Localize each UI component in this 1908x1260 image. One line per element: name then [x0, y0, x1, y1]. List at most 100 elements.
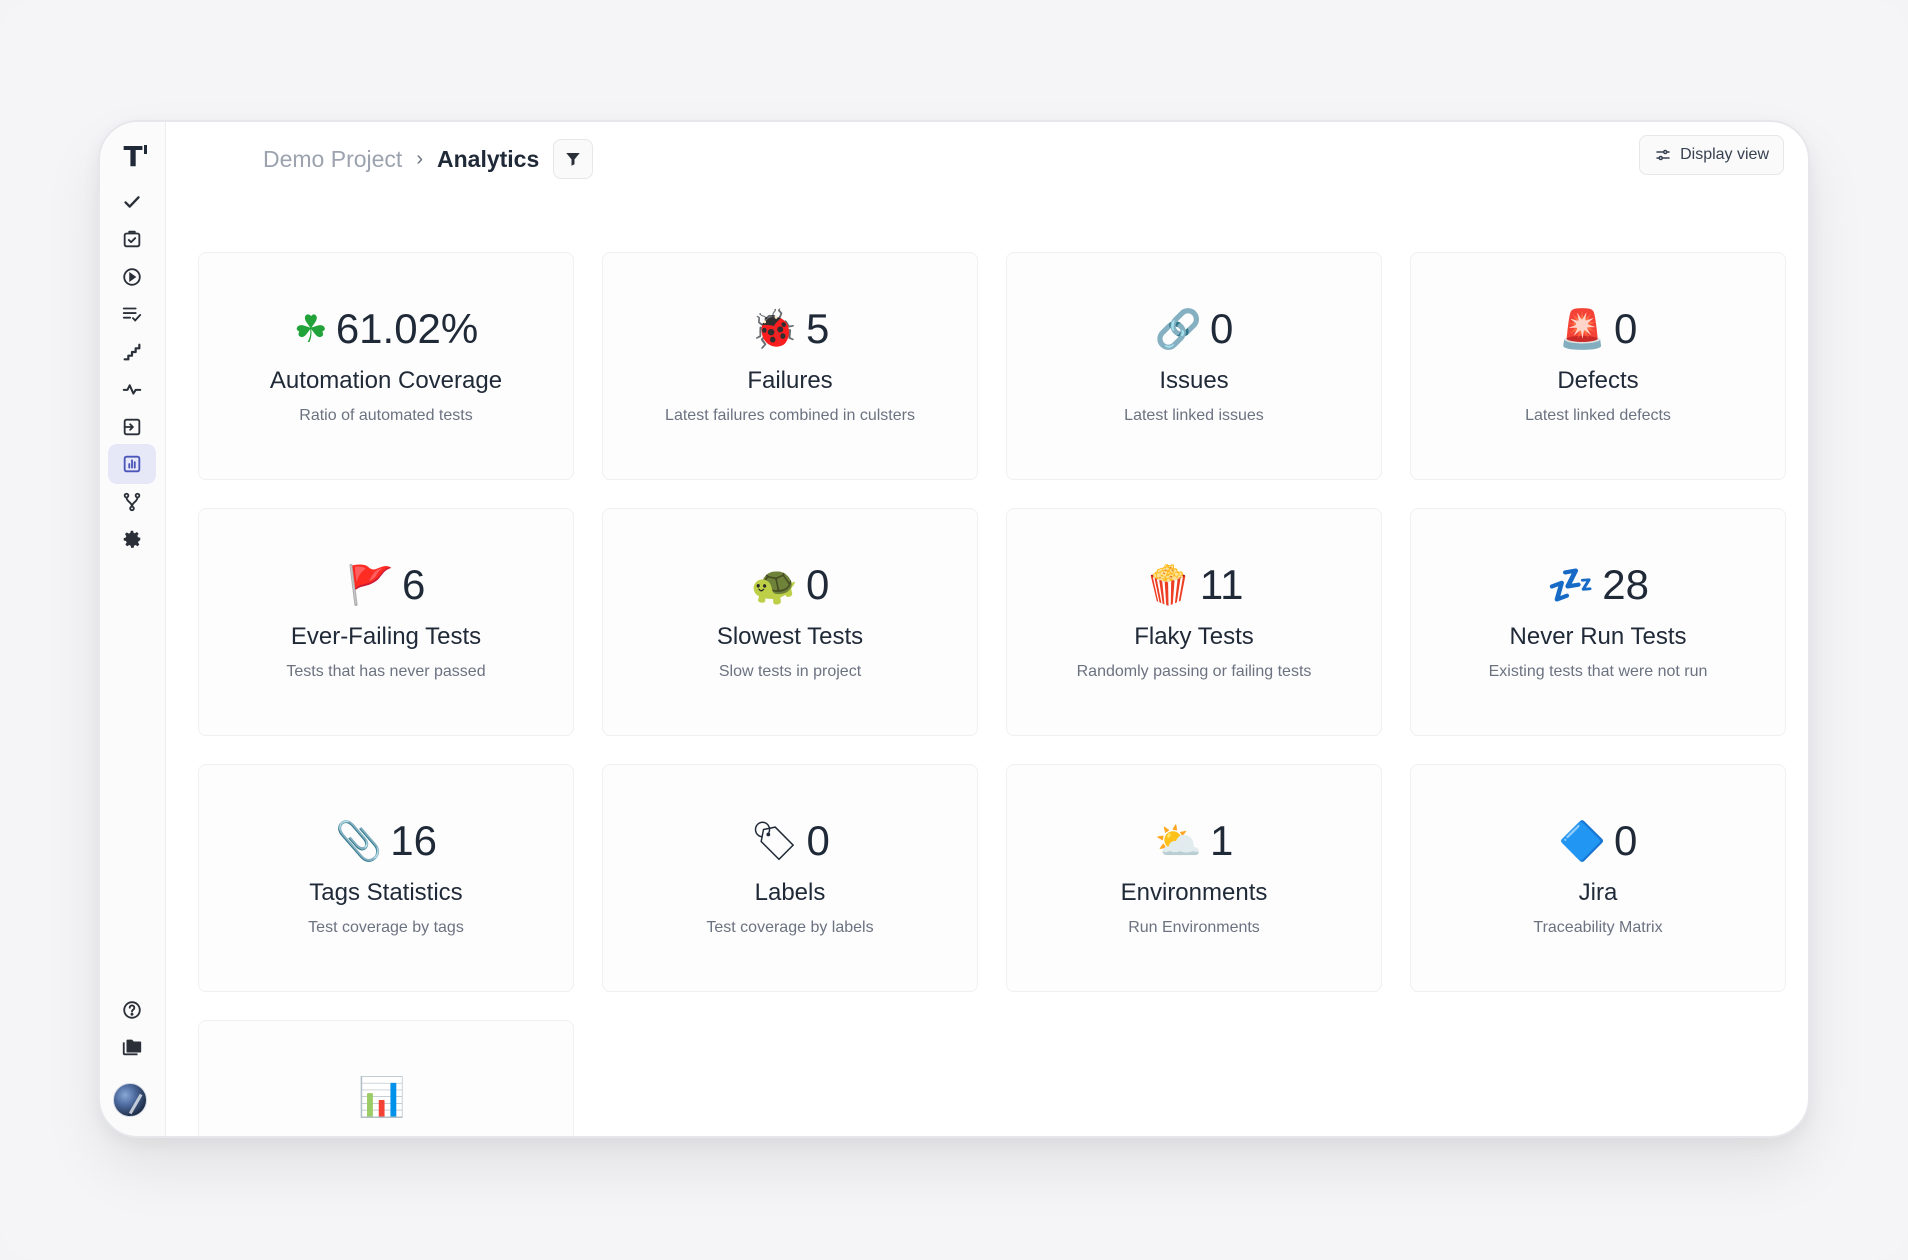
check-icon: [124, 196, 140, 208]
sidebar-item-import[interactable]: [108, 407, 156, 447]
bar-chart-icon: [123, 455, 141, 473]
labels-card[interactable]: 🏷 0 Labels Test coverage by labels: [602, 764, 978, 992]
card-title: Environments: [1120, 879, 1268, 906]
never-run-tests-card[interactable]: 💤 28 Never Run Tests Existing tests that …: [1410, 508, 1786, 736]
slowest-tests-card[interactable]: 🐢 0 Slowest Tests Slow tests in project: [602, 508, 978, 736]
page-header: Demo Project › Analytics Display view: [166, 122, 1808, 186]
zzz-icon: 💤: [1546, 563, 1595, 607]
app-window: T Demo Project › Analytics Display view …: [98, 120, 1810, 1138]
card-title: Slowest Tests: [716, 623, 864, 650]
breadcrumb: Demo Project › Analytics: [263, 139, 594, 179]
breadcrumb-project-link[interactable]: Demo Project: [263, 146, 402, 173]
breadcrumb-separator: ›: [416, 147, 423, 170]
card-title: Jira: [1578, 879, 1618, 906]
card-title: Never Run Tests: [1509, 623, 1687, 650]
sidebar-item-plans[interactable]: [108, 219, 156, 259]
flaky-tests-card[interactable]: 🍿 11 Flaky Tests Randomly passing or fail…: [1006, 508, 1382, 736]
card-value: 16: [390, 817, 438, 864]
card-title: Flaky Tests: [1134, 623, 1254, 650]
filter-button[interactable]: [553, 139, 594, 179]
card-title: Tags Statistics: [309, 879, 463, 906]
card-value: 0: [806, 817, 830, 864]
card-subtitle: Test coverage by labels: [706, 919, 874, 936]
tags-statistics-card[interactable]: 📎 16 Tags Statistics Test coverage by tag…: [198, 764, 574, 992]
page-title: Analytics: [437, 145, 540, 172]
sidebar-item-steps[interactable]: [108, 332, 156, 372]
screen-background: T Demo Project › Analytics Display view …: [0, 0, 1908, 1260]
card-value: 1: [1209, 817, 1234, 864]
steps-icon: [123, 343, 141, 361]
branch-icon: [123, 492, 141, 512]
card-title: Automation Coverage: [269, 367, 503, 394]
pulse-icon: [122, 384, 142, 395]
gear-icon: [123, 530, 141, 548]
import-icon: [123, 418, 141, 436]
card-value: 11: [1199, 561, 1244, 608]
card-value: 6: [401, 561, 426, 608]
card-value: 0: [1613, 817, 1638, 864]
sidebar: T: [100, 122, 166, 1136]
card-title: Defects: [1557, 367, 1639, 394]
card-value: 5: [805, 305, 830, 352]
sidebar-item-pulse[interactable]: [108, 369, 156, 409]
sidebar-item-branches[interactable]: [108, 482, 156, 522]
automation-coverage-card[interactable]: ☘ 61.02% Automation Coverage Ratio of aut…: [198, 252, 574, 480]
filter-icon: [566, 153, 581, 166]
siren-icon: 🚨: [1558, 307, 1606, 351]
red-flag-icon: 🚩: [346, 563, 394, 607]
card-subtitle: Ratio of automated tests: [299, 407, 473, 424]
environments-card[interactable]: ⛅ 1 Environments Run Environments: [1006, 764, 1382, 992]
sidebar-item-settings[interactable]: [108, 519, 156, 559]
issues-card[interactable]: 🔗 0 Issues Latest linked issues: [1006, 252, 1382, 480]
card-title: Failures: [747, 367, 833, 394]
folders-icon: [122, 1039, 142, 1056]
card-value: 0: [805, 561, 830, 608]
card-title: Ever-Failing Tests: [290, 623, 482, 650]
card-subtitle: Randomly passing or failing tests: [1076, 663, 1312, 680]
user-avatar[interactable]: [113, 1083, 147, 1117]
list-check-icon: [122, 307, 142, 322]
card-subtitle: Test coverage by tags: [308, 919, 464, 936]
card-title: Issues: [1159, 367, 1229, 394]
link-icon: 🔗: [1154, 307, 1202, 351]
sidebar-item-runs[interactable]: [108, 257, 156, 297]
card-subtitle: Latest linked defects: [1525, 407, 1671, 424]
sidebar-item-help[interactable]: [108, 990, 156, 1030]
card-subtitle: Run Environments: [1128, 919, 1260, 936]
ladybug-icon: 🐞: [750, 307, 798, 351]
help-icon: [123, 1001, 141, 1019]
analytics-grid: ☘ 61.02% Automation Coverage Ratio of aut…: [198, 252, 1786, 1136]
clipboard-check-icon: [123, 230, 141, 248]
card-subtitle: Traceability Matrix: [1533, 919, 1663, 936]
sidebar-item-projects[interactable]: [108, 1027, 156, 1067]
sidebar-item-analytics[interactable]: [108, 444, 156, 484]
card-subtitle: Slow tests in project: [718, 663, 862, 680]
card-value: 0: [1613, 305, 1638, 352]
clover-icon: ☘: [293, 307, 328, 351]
card-value: 61.02%: [335, 305, 479, 352]
popcorn-icon: 🍿: [1144, 563, 1192, 607]
sun-cloud-icon: ⛅: [1154, 819, 1202, 863]
display-view-button[interactable]: Display view: [1639, 135, 1784, 175]
card-value: 0: [1209, 305, 1234, 352]
tag-note-icon: 📎: [334, 819, 383, 863]
card-value: 28: [1602, 561, 1650, 608]
card-title: Labels: [754, 879, 826, 906]
sliders-icon: [1656, 149, 1670, 161]
bar-chart-emoji-icon: 📊: [358, 1075, 406, 1119]
jira-icon: 🔷: [1558, 819, 1606, 863]
card-subtitle: Latest failures combined in culsters: [665, 407, 915, 424]
label-tag-icon: 🏷: [750, 819, 799, 863]
ever-failing-tests-card[interactable]: 🚩 6 Ever-Failing Tests Tests that has nev…: [198, 508, 574, 736]
failures-card[interactable]: 🐞 5 Failures Latest failures combined in …: [602, 252, 978, 480]
defects-card[interactable]: 🚨 0 Defects Latest linked defects: [1410, 252, 1786, 480]
display-view-label: Display view: [1680, 146, 1769, 163]
card-subtitle: Existing tests that were not run: [1488, 663, 1708, 680]
sidebar-item-runlist[interactable]: [108, 294, 156, 334]
card-subtitle: Latest linked issues: [1124, 407, 1264, 424]
sidebar-item-tests[interactable]: [108, 182, 156, 222]
play-circle-icon: [123, 268, 141, 286]
testomat-logo[interactable]: T: [116, 140, 150, 174]
jira-card[interactable]: 🔷 0 Jira Traceability Matrix: [1410, 764, 1786, 992]
custom-chart-card[interactable]: 📊: [198, 1020, 574, 1136]
